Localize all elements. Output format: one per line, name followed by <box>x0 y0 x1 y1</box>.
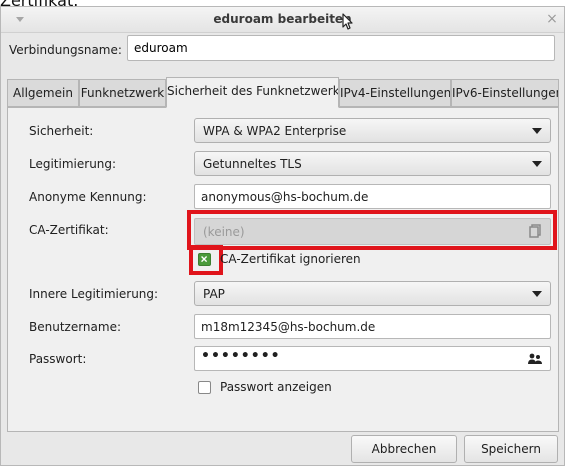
password-dots: •••••••• <box>201 348 281 364</box>
inner-auth-value: PAP <box>203 287 225 301</box>
show-password-label[interactable]: Passwort anzeigen <box>220 380 332 394</box>
username-input[interactable]: m18m12345@hs-bochum.de <box>194 314 551 339</box>
ca-field-highlight-box <box>187 210 557 250</box>
tab-allgemein[interactable]: Allgemein <box>7 79 79 107</box>
save-button[interactable]: Speichern <box>464 435 558 463</box>
inner-auth-label: Innere Legitimierung: <box>29 287 159 301</box>
ca-certificate-label: CA-Zertifikat: <box>29 223 109 237</box>
security-select[interactable]: WPA & WPA2 Enterprise <box>194 118 551 143</box>
mouse-cursor-icon <box>342 13 353 30</box>
cancel-button[interactable]: Abbrechen <box>351 435 457 463</box>
security-label: Sicherheit: <box>29 124 94 138</box>
window-title: eduroam bearbeiten <box>213 12 352 26</box>
check-icon <box>201 256 208 263</box>
username-label: Benutzername: <box>29 320 122 334</box>
show-password-checkbox[interactable] <box>198 381 211 394</box>
close-icon: × <box>546 11 558 27</box>
anonymous-identity-label: Anonyme Kennung: <box>29 190 147 204</box>
chevron-down-icon <box>532 161 542 167</box>
tab-ipv4[interactable]: IPv4-Einstellungen <box>339 79 451 107</box>
security-value: WPA & WPA2 Enterprise <box>203 124 347 138</box>
edit-connection-dialog: eduroam bearbeiten × Verbindungsname: Al… <box>0 6 565 466</box>
inner-auth-select[interactable]: PAP <box>194 281 551 306</box>
users-icon[interactable] <box>527 352 543 366</box>
close-window-button[interactable]: × <box>544 11 560 27</box>
connection-name-input[interactable] <box>127 35 555 61</box>
password-label: Passwort: <box>29 352 87 366</box>
titlebar: eduroam bearbeiten × <box>1 7 564 33</box>
chevron-down-icon <box>532 128 542 134</box>
anonymous-identity-input[interactable]: anonymous@hs-bochum.de <box>194 184 551 209</box>
auth-value: Getunneltes TLS <box>203 157 302 171</box>
tab-funknetzwerk[interactable]: Funknetzwerk <box>79 79 166 107</box>
connection-name-label: Verbindungsname: <box>9 43 122 57</box>
tab-ipv6[interactable]: IPv6-Einstellungen <box>451 79 559 107</box>
tab-sicherheit[interactable]: Sicherheit des Funknetzwerks <box>166 77 339 108</box>
ca-ignore-checkbox[interactable] <box>198 253 211 266</box>
chevron-down-icon <box>532 291 542 297</box>
ca-ignore-label[interactable]: CA-Zertifikat ignorieren <box>220 252 361 266</box>
auth-label: Legitimierung: <box>29 157 117 171</box>
auth-select[interactable]: Getunneltes TLS <box>194 151 551 176</box>
